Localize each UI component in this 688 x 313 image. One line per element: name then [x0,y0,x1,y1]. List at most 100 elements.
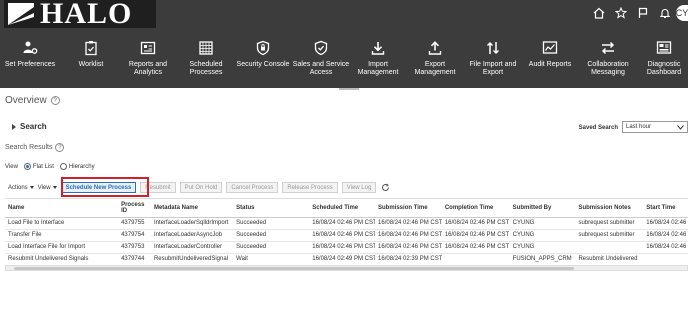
header-icons: CY [588,5,688,21]
column-header[interactable]: Submitted By [509,199,576,218]
results-table: Name Process ID Metadata Name Status Sch… [5,199,688,266]
column-header[interactable]: Submission Time [375,199,442,218]
star-icon[interactable] [610,5,632,21]
nav-audit-reports[interactable]: Audit Reports [526,40,574,69]
table-cell: subrequest submitter [575,217,644,230]
upload-icon [428,41,442,55]
table-cell: subrequest submitter [575,229,644,242]
nav-label: Collaboration Messaging [587,61,629,76]
horizontal-scrollbar[interactable] [5,265,688,271]
search-section-toggle[interactable]: Search [12,122,47,131]
nav-scheduled-processes[interactable]: Scheduled Processes [180,40,232,77]
column-header[interactable]: Completion Time [441,199,510,218]
help-icon[interactable]: ? [50,96,60,105]
column-header[interactable]: Start Time [643,199,688,218]
release-process-button[interactable]: Release Process [282,182,338,193]
page-title-text: Overview [5,95,47,106]
nav-label: Diagnostic Dashboard [646,61,682,76]
nav-label: Import Management [357,61,399,76]
column-header[interactable]: Name [5,199,119,218]
table-cell: Wait [233,253,310,266]
saved-search-select[interactable]: Last hour [622,121,688,133]
refresh-icon[interactable] [380,183,390,193]
bell-icon[interactable] [654,5,676,21]
top-banner: HALO CY Set Preferences Worklist Reports… [0,0,688,88]
download-icon [371,42,385,55]
scrollbar-thumb[interactable] [14,267,574,270]
hierarchy-label: Hierarchy [68,163,95,170]
table-header-row: Name Process ID Metadata Name Status Sch… [5,199,688,218]
table-cell: 16/08/24 02:49 PM CST [309,253,376,266]
table-row[interactable]: Transfer File 4379754 InterfaceLoaderAsy… [5,229,688,242]
nav-security-console[interactable]: Security Console [236,40,290,69]
view-mode-row: View Flat List Hierarchy [5,163,95,170]
table-cell: 16/08/24 02:46 PM CST [375,229,442,242]
nav-diagnostic-dashboard[interactable]: Diagnostic Dashboard [640,40,688,77]
view-mode-label: View [5,163,18,170]
actions-menu[interactable]: Actions [8,185,34,191]
column-header[interactable]: Process ID [118,199,151,218]
nav-file-import-and-export[interactable]: File Import and Export [466,40,520,77]
column-header[interactable]: Metadata Name [150,199,234,218]
table-cell [643,253,688,266]
table-cell: 16/08/24 02:46 PM CST [309,217,376,230]
column-header[interactable]: Status [233,199,310,218]
table-row[interactable]: Load Interface File for Import 4379753 I… [5,241,688,254]
nav-label: Reports and Analytics [128,61,168,76]
help-icon[interactable]: ? [55,143,65,152]
table-cell: 4379755 [118,217,151,230]
flag-icon[interactable] [632,5,654,21]
shield-lock-icon [256,40,270,56]
view-menu[interactable]: View [38,185,57,191]
person-gear-icon [23,41,38,54]
table-cell: 16/08/24 02:46 PM CST [375,217,442,230]
table-cell: CYUNG [509,229,576,242]
view-menu-label: View [37,184,51,191]
nav-label: Sales and Service Access [292,61,350,76]
nav-label: Set Preferences [4,61,56,68]
collapse-handle[interactable] [339,88,359,90]
caret-down-icon [52,186,57,189]
nav-reports-and-analytics[interactable]: Reports and Analytics [122,40,174,77]
view-log-button[interactable]: View Log [341,182,377,193]
table-cell: 16/08/24 02:46 PM CST [441,241,510,254]
swap-arrows-icon [601,41,615,55]
user-avatar[interactable]: CY [676,5,688,21]
column-header[interactable]: Scheduled Time [309,199,376,218]
flat-list-radio[interactable] [23,163,31,170]
halo-logo-mark-icon [8,3,34,25]
hierarchy-option[interactable]: Hierarchy [59,163,95,170]
navigator-tiles: Set Preferences Worklist Reports and Ana… [0,40,688,84]
search-results-title: Search Results ? [5,143,65,152]
hierarchy-radio[interactable] [59,163,67,170]
nav-label: File Import and Export [469,61,517,76]
nav-export-management[interactable]: Export Management [411,40,459,77]
table-row[interactable]: Load File to Interface 4379755 Interface… [5,217,688,230]
halo-logo[interactable]: HALO [4,0,156,30]
calendar-grid-icon [199,41,213,55]
nav-import-management[interactable]: Import Management [354,40,402,77]
table-cell: 4379754 [118,229,151,242]
table-cell: CYUNG [509,217,576,230]
search-results-text: Search Results [5,144,53,151]
actions-menu-label: Actions [8,184,28,191]
table-row[interactable]: Resubmit Undelivered Signals 4379744 Res… [5,253,688,266]
nav-collaboration-messaging[interactable]: Collaboration Messaging [582,40,634,77]
logo-text: HALO [40,0,133,30]
put-on-hold-button[interactable]: Put On Hold [179,182,223,193]
column-header[interactable]: Submission Notes [575,199,644,218]
nav-worklist[interactable]: Worklist [64,40,118,69]
table-cell: 16/08/24 02:46 PM CST [309,229,376,242]
home-icon[interactable] [588,5,610,21]
up-down-arrows-icon [486,41,500,55]
flat-list-option[interactable]: Flat List [23,163,54,170]
table-cell: 16/08/24 02:39 PM CST [375,253,442,266]
table-cell: 4379753 [118,241,151,254]
nav-set-preferences[interactable]: Set Preferences [2,40,58,69]
annotation-highlight-box [61,177,149,197]
nav-label: Security Console [236,61,290,68]
report-icon [140,41,156,55]
nav-sales-and-service-access[interactable]: Sales and Service Access [292,40,350,77]
audit-chart-icon [542,41,558,54]
cancel-process-button[interactable]: Cancel Process [226,182,279,193]
